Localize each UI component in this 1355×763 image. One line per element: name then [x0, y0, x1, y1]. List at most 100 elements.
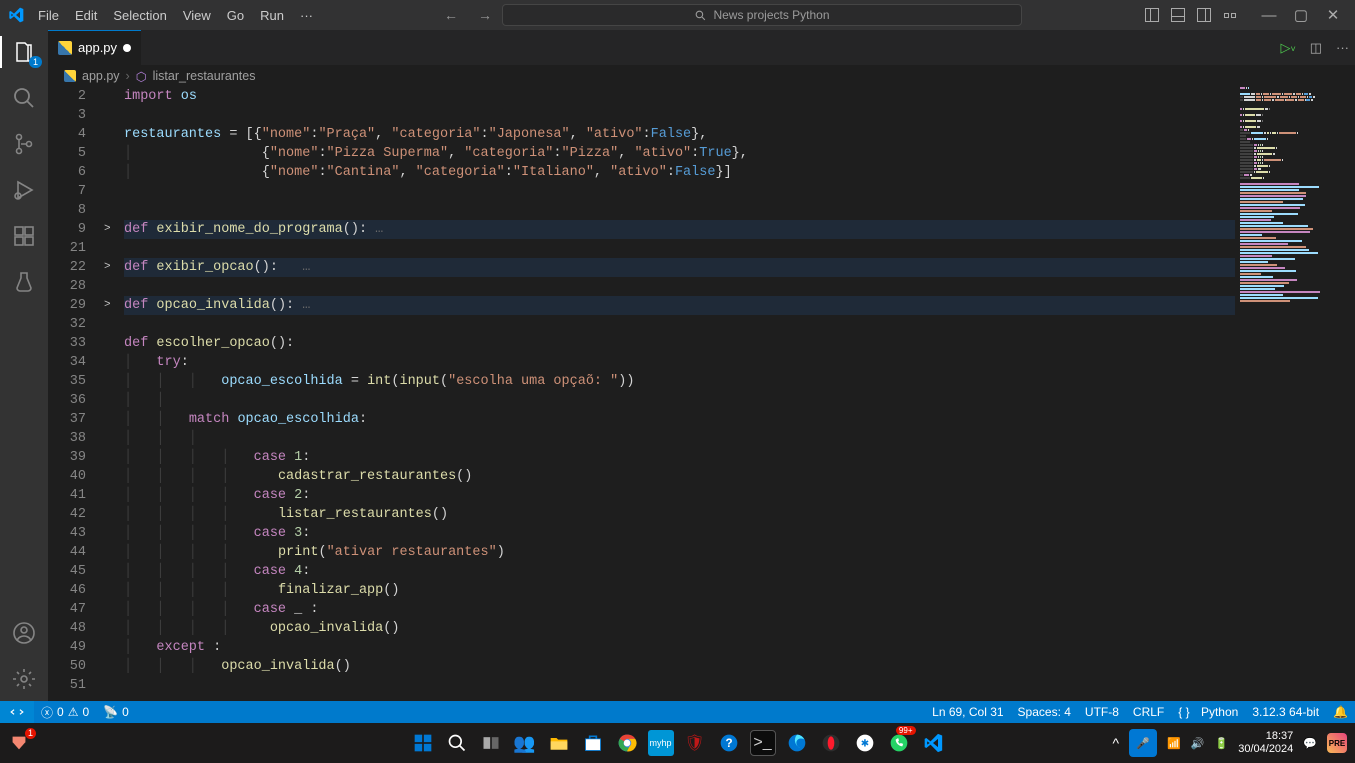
code-line[interactable]: restaurantes = [{"nome":"Praça", "catego… — [124, 125, 1355, 144]
code-line[interactable]: │ │ │ │ finalizar_app() — [124, 581, 1355, 600]
menu-item-edit[interactable]: Edit — [67, 0, 105, 30]
menu-item-···[interactable]: ··· — [292, 0, 321, 30]
code-content[interactable]: import os restaurantes = [{"nome":"Praça… — [124, 87, 1355, 701]
systray-wifi-icon[interactable]: 📶 — [1167, 737, 1181, 750]
status-python-version[interactable]: 3.12.3 64-bit — [1245, 701, 1326, 723]
toggle-panel-icon[interactable] — [1171, 8, 1185, 22]
code-line[interactable] — [124, 106, 1355, 125]
taskbar-teams-icon[interactable]: 👥 — [512, 730, 538, 756]
code-line[interactable]: │ │ — [124, 391, 1355, 410]
systray-battery-icon[interactable]: 🔋 — [1215, 737, 1229, 750]
code-line[interactable]: def exibir_opcao(): … — [124, 258, 1355, 277]
code-line[interactable]: │ │ │ │ case 2: — [124, 486, 1355, 505]
taskbar-clock[interactable]: 18:37 30/04/2024 — [1238, 730, 1293, 756]
status-encoding[interactable]: UTF-8 — [1078, 701, 1126, 723]
menu-item-selection[interactable]: Selection — [105, 0, 174, 30]
activity-accounts-icon[interactable] — [12, 621, 36, 645]
status-cursor[interactable]: Ln 69, Col 31 — [925, 701, 1010, 723]
window-close-icon[interactable]: ✕ — [1325, 6, 1341, 24]
code-line[interactable]: │ {"nome":"Pizza Superma", "categoria":"… — [124, 144, 1355, 163]
status-spaces[interactable]: Spaces: 4 — [1011, 701, 1078, 723]
code-line[interactable] — [124, 201, 1355, 220]
code-line[interactable]: │ │ match opcao_escolhida: — [124, 410, 1355, 429]
window-maximize-icon[interactable]: ▢ — [1293, 6, 1309, 24]
taskbar-app-icon[interactable]: ✱ — [852, 730, 878, 756]
taskbar-search-icon[interactable] — [444, 730, 470, 756]
code-line[interactable]: │ │ │ │ print("ativar restaurantes") — [124, 543, 1355, 562]
menu-item-view[interactable]: View — [175, 0, 219, 30]
remote-indicator[interactable] — [0, 701, 34, 723]
status-errors-warnings[interactable]: ⓧ0 ⚠0 — [34, 701, 96, 723]
taskbar-taskview-icon[interactable] — [478, 730, 504, 756]
fold-toggle[interactable]: > — [104, 296, 124, 315]
code-line[interactable]: │ │ │ opcao_invalida() — [124, 657, 1355, 676]
taskbar-chrome-icon[interactable] — [614, 730, 640, 756]
code-line[interactable]: │ try: — [124, 353, 1355, 372]
taskbar-edge-icon[interactable] — [784, 730, 810, 756]
code-line[interactable] — [124, 277, 1355, 296]
code-line[interactable]: │ │ │ │ case _ : — [124, 600, 1355, 619]
code-line[interactable] — [124, 182, 1355, 201]
nav-back-icon[interactable]: ← — [444, 7, 458, 23]
systray-volume-icon[interactable]: 🔊 — [1191, 737, 1205, 750]
split-editor-icon[interactable]: ◫ — [1310, 40, 1322, 56]
code-line[interactable]: │ │ │ │ case 3: — [124, 524, 1355, 543]
status-language[interactable]: { } Python — [1171, 701, 1245, 723]
code-line[interactable]: def exibir_nome_do_programa(): … — [124, 220, 1355, 239]
window-minimize-icon[interactable]: — — [1261, 7, 1277, 24]
activity-run-debug-icon[interactable] — [12, 178, 36, 202]
taskbar-opera-icon[interactable] — [818, 730, 844, 756]
activity-testing-icon[interactable] — [12, 270, 36, 294]
fold-toggle[interactable]: > — [104, 258, 124, 277]
fold-toggle[interactable]: > — [104, 220, 124, 239]
systray-copilot-icon[interactable]: PRE — [1327, 733, 1347, 753]
taskbar-corsair-icon[interactable]: 1 — [8, 732, 30, 754]
more-actions-icon[interactable]: ··· — [1336, 40, 1349, 55]
toggle-primary-sidebar-icon[interactable] — [1145, 8, 1159, 22]
code-line[interactable]: │ │ │ — [124, 429, 1355, 448]
code-line[interactable]: │ │ │ │ cadastrar_restaurantes() — [124, 467, 1355, 486]
taskbar-hp-icon[interactable]: myhp — [648, 730, 674, 756]
code-line[interactable]: │ except : — [124, 638, 1355, 657]
code-line[interactable]: │ │ │ │ case 1: — [124, 448, 1355, 467]
command-center[interactable]: News projects Python — [502, 4, 1022, 26]
taskbar-mcafee-icon[interactable]: 🛡 — [682, 730, 708, 756]
activity-search-icon[interactable] — [12, 86, 36, 110]
taskbar-explorer-icon[interactable] — [546, 730, 572, 756]
taskbar-whatsapp-icon[interactable]: 99+ — [886, 730, 912, 756]
minimap[interactable] — [1235, 87, 1355, 701]
taskbar-store-icon[interactable] — [580, 730, 606, 756]
customize-layout-icon[interactable] — [1223, 8, 1237, 22]
taskbar-vscode-icon[interactable] — [920, 730, 946, 756]
code-line[interactable]: def opcao_invalida(): … — [124, 296, 1355, 315]
systray-chevron-icon[interactable]: ^ — [1113, 735, 1120, 751]
taskbar-terminal-icon[interactable]: >_ — [750, 730, 776, 756]
code-line[interactable] — [124, 315, 1355, 334]
status-notifications-icon[interactable]: 🔔 — [1326, 701, 1355, 723]
taskbar-help-icon[interactable]: ? — [716, 730, 742, 756]
systray-mic-icon[interactable]: 🎤 — [1129, 729, 1157, 757]
status-eol[interactable]: CRLF — [1126, 701, 1171, 723]
activity-extensions-icon[interactable] — [12, 224, 36, 248]
code-line[interactable] — [124, 676, 1355, 695]
code-editor[interactable]: 2345678921222829323334353637383940414243… — [48, 87, 1355, 701]
menu-item-run[interactable]: Run — [252, 0, 292, 30]
run-file-icon[interactable]: ▷˅ — [1280, 40, 1295, 56]
code-line[interactable]: │ {"nome":"Cantina", "categoria":"Italia… — [124, 163, 1355, 182]
code-line[interactable] — [124, 239, 1355, 258]
breadcrumb-symbol[interactable]: listar_restaurantes — [153, 69, 256, 83]
activity-source-control-icon[interactable] — [12, 132, 36, 156]
activity-settings-icon[interactable] — [12, 667, 36, 691]
menu-item-go[interactable]: Go — [219, 0, 252, 30]
code-line[interactable]: import os — [124, 87, 1355, 106]
breadcrumb-file[interactable]: app.py — [82, 69, 120, 83]
tab-app-py[interactable]: app.py — [48, 30, 142, 65]
code-line[interactable]: │ │ │ │ listar_restaurantes() — [124, 505, 1355, 524]
toggle-secondary-sidebar-icon[interactable] — [1197, 8, 1211, 22]
status-ports[interactable]: 📡0 — [96, 701, 136, 723]
code-line[interactable]: def escolher_opcao(): — [124, 334, 1355, 353]
code-line[interactable]: │ │ │ │ case 4: — [124, 562, 1355, 581]
code-line[interactable]: │ │ │ │ opcao_invalida() — [124, 619, 1355, 638]
menu-item-file[interactable]: File — [30, 0, 67, 30]
taskbar-start-icon[interactable] — [410, 730, 436, 756]
